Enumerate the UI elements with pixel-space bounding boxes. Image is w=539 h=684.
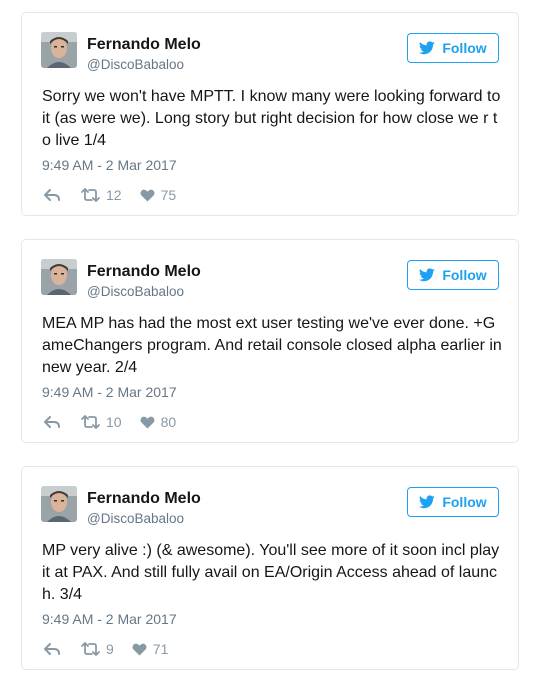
follow-label: Follow [442,494,487,510]
tweet-actions: 9 71 [44,639,168,659]
heart-icon [140,416,155,429]
tweet-text: Sorry we won't have MPTT. I know many we… [42,88,501,149]
retweet-button[interactable]: 12 [81,187,122,203]
tweet-timestamp[interactable]: 9:49 AM - 2 Mar 2017 [42,610,177,628]
retweet-icon [81,415,100,429]
follow-label: Follow [442,40,487,56]
follow-label: Follow [442,267,487,283]
tweet-card: Fernando Melo @DiscoBabaloo Follow Sorry… [21,12,519,216]
retweet-count: 10 [106,414,122,430]
avatar[interactable] [41,486,77,522]
tweet-actions: 10 80 [44,412,176,432]
twitter-bird-icon [419,41,436,55]
author-handle[interactable]: @DiscoBabaloo [87,284,184,300]
avatar[interactable] [41,32,77,68]
reply-button[interactable] [44,415,61,429]
heart-icon [140,189,155,202]
like-button[interactable]: 71 [132,641,169,657]
retweet-button[interactable]: 9 [81,641,114,657]
author-name[interactable]: Fernando Melo [87,489,201,509]
like-count: 71 [152,641,169,657]
retweet-count: 12 [106,187,122,203]
author-handle[interactable]: @DiscoBabaloo [87,57,184,73]
tweet-text: MEA MP has had the most ext user testing… [42,315,502,376]
author-name[interactable]: Fernando Melo [87,35,201,55]
twitter-bird-icon [419,495,436,509]
tweet-text: MP very alive :) (& awesome). You'll see… [42,542,500,603]
like-count: 75 [160,187,177,203]
tweet-actions: 12 75 [44,185,176,205]
like-button[interactable]: 75 [140,187,177,203]
follow-button[interactable]: Follow [407,33,499,63]
reply-button[interactable] [44,642,61,656]
tweet-timestamp[interactable]: 9:49 AM - 2 Mar 2017 [42,383,177,401]
reply-icon [44,642,61,656]
retweet-button[interactable]: 10 [81,414,122,430]
tweet-card: Fernando Melo @DiscoBabaloo Follow MP ve… [21,466,519,670]
reply-icon [44,188,61,202]
retweet-icon [81,642,100,656]
author-name[interactable]: Fernando Melo [87,262,201,282]
reply-button[interactable] [44,188,61,202]
like-count: 80 [160,414,177,430]
tweet-card: Fernando Melo @DiscoBabaloo Follow MEA M… [21,239,519,443]
retweet-count: 9 [106,641,114,657]
reply-icon [44,415,61,429]
tweet-timestamp[interactable]: 9:49 AM - 2 Mar 2017 [42,156,177,174]
follow-button[interactable]: Follow [407,260,499,290]
heart-icon [132,643,147,656]
avatar[interactable] [41,259,77,295]
follow-button[interactable]: Follow [407,487,499,517]
retweet-icon [81,188,100,202]
author-handle[interactable]: @DiscoBabaloo [87,511,184,527]
like-button[interactable]: 80 [140,414,177,430]
twitter-bird-icon [419,268,436,282]
